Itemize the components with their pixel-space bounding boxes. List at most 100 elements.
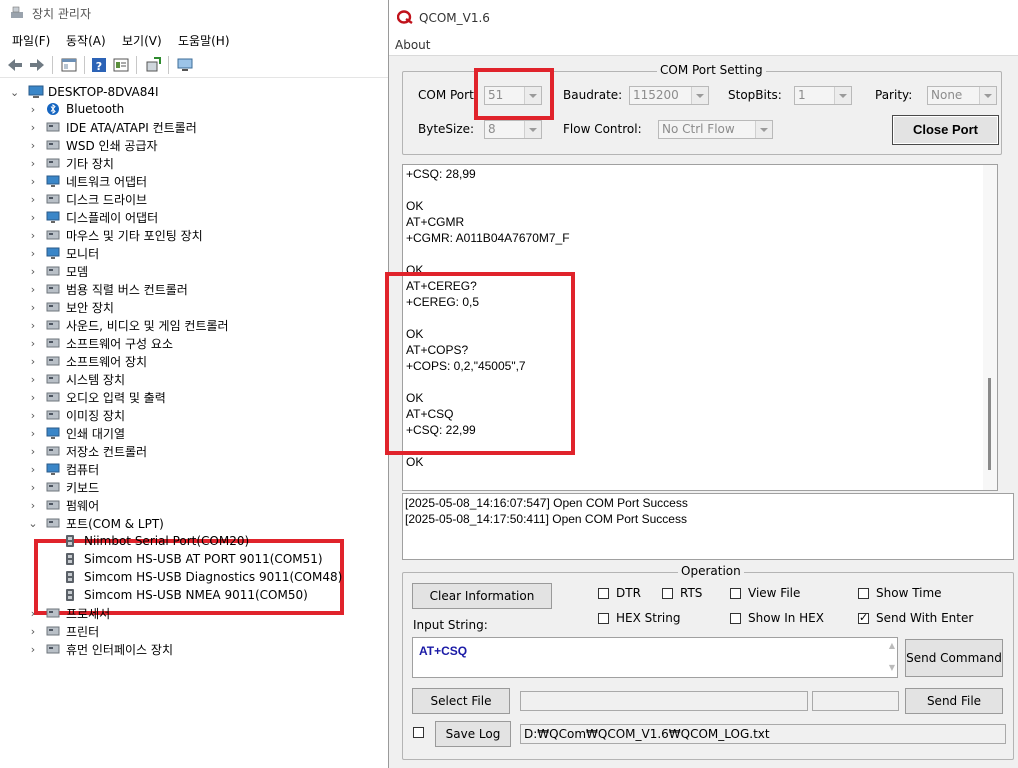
tree-port-item[interactable]: Niimbot Serial Port(COM20) (64, 532, 249, 550)
tree-category-item[interactable]: › 펌웨어 (28, 496, 99, 514)
chevron-right-icon[interactable]: › (28, 337, 38, 350)
menu-help[interactable]: 도움말(H) (178, 32, 230, 49)
chevron-right-icon[interactable]: › (28, 103, 38, 116)
tree-category-item[interactable]: › 키보드 (28, 478, 99, 496)
scroll-up-icon[interactable]: ▲ (889, 641, 895, 650)
tree-port-item[interactable]: Simcom HS-USB AT PORT 9011(COM51) (64, 550, 323, 568)
tree-category-item[interactable]: › WSD 인쇄 공급자 (28, 136, 158, 154)
show-hide-console-icon[interactable] (60, 56, 78, 74)
tree-category-item[interactable]: › 보안 장치 (28, 298, 114, 316)
back-arrow-icon[interactable] (6, 56, 24, 74)
forward-arrow-icon[interactable] (28, 56, 46, 74)
tree-category-item[interactable]: › 소프트웨어 장치 (28, 352, 147, 370)
tree-category-item[interactable]: › 시스템 장치 (28, 370, 125, 388)
chevron-right-icon[interactable]: › (28, 121, 38, 134)
chevron-right-icon[interactable]: › (28, 265, 38, 278)
clear-information-button[interactable]: Clear Information (412, 583, 552, 609)
tree-port-item[interactable]: Simcom HS-USB Diagnostics 9011(COM48) (64, 568, 342, 586)
tree-category-item[interactable]: › 디스플레이 어댑터 (28, 208, 158, 226)
chevron-right-icon[interactable]: › (28, 481, 38, 494)
tree-category-item[interactable]: › 디스크 드라이브 (28, 190, 147, 208)
chevron-right-icon[interactable]: › (28, 283, 38, 296)
tree-category-item[interactable]: › 소프트웨어 구성 요소 (28, 334, 173, 352)
tree-port-item[interactable]: Simcom HS-USB NMEA 9011(COM50) (64, 586, 308, 604)
scrollbar-thumb[interactable] (988, 378, 991, 470)
chevron-right-icon[interactable]: › (28, 463, 38, 476)
send-command-button[interactable]: Send Command (905, 639, 1003, 677)
send-with-enter-checkbox[interactable]: Send With Enter (858, 611, 973, 625)
status-log-panel[interactable]: [2025-05-08_14:16:07:547] Open COM Port … (402, 493, 1014, 560)
tree-category-item[interactable]: › 오디오 입력 및 출력 (28, 388, 166, 406)
chevron-right-icon[interactable]: › (28, 445, 38, 458)
file-path-field[interactable] (520, 691, 808, 711)
chevron-right-icon[interactable]: › (28, 157, 38, 170)
save-log-checkbox[interactable] (413, 727, 431, 738)
chevron-right-icon[interactable]: › (28, 625, 38, 638)
tree-category-item[interactable]: › IDE ATA/ATAPI 컨트롤러 (28, 118, 197, 136)
bytesize-select[interactable]: 8 (484, 120, 542, 139)
menu-about[interactable]: About (395, 38, 430, 52)
close-port-button[interactable]: Close Port (892, 115, 999, 145)
chevron-down-icon[interactable] (979, 87, 996, 104)
chevron-down-icon[interactable]: ⌄ (28, 517, 38, 530)
chevron-right-icon[interactable]: › (28, 373, 38, 386)
send-file-button[interactable]: Send File (905, 688, 1003, 714)
tree-category-item[interactable]: ⌄ 포트(COM & LPT) (28, 514, 163, 532)
tree-root-computer[interactable]: ⌄ DESKTOP-8DVA84I (10, 83, 159, 101)
hex-string-checkbox[interactable]: HEX String (598, 611, 680, 625)
stopbits-select[interactable]: 1 (794, 86, 852, 105)
chevron-right-icon[interactable]: › (28, 211, 38, 224)
tree-category-item[interactable]: › 저장소 컨트롤러 (28, 442, 147, 460)
tree-category-item[interactable]: › 프로세서 (28, 604, 110, 622)
tree-category-item[interactable]: › 사운드, 비디오 및 게임 컨트롤러 (28, 316, 229, 334)
rts-checkbox[interactable]: RTS (662, 586, 702, 600)
tree-category-item[interactable]: › 컴퓨터 (28, 460, 99, 478)
chevron-right-icon[interactable]: › (28, 427, 38, 440)
tree-category-item[interactable]: › 기타 장치 (28, 154, 114, 172)
receive-scrollbar[interactable] (983, 165, 997, 490)
tree-category-item[interactable]: › 휴먼 인터페이스 장치 (28, 640, 173, 658)
update-driver-icon[interactable] (144, 56, 162, 74)
tree-category-item[interactable]: › Bluetooth (28, 100, 124, 118)
chevron-right-icon[interactable]: › (28, 499, 38, 512)
chevron-down-icon[interactable] (691, 87, 708, 104)
chevron-down-icon[interactable] (524, 121, 541, 138)
baudrate-select[interactable]: 115200 (629, 86, 709, 105)
view-file-checkbox[interactable]: View File (730, 586, 800, 600)
save-log-button[interactable]: Save Log (435, 721, 511, 747)
tree-category-item[interactable]: › 마우스 및 기타 포인팅 장치 (28, 226, 203, 244)
tree-category-item[interactable]: › 프린터 (28, 622, 99, 640)
chevron-right-icon[interactable]: › (28, 319, 38, 332)
dtr-checkbox[interactable]: DTR (598, 586, 641, 600)
tree-category-item[interactable]: › 인쇄 대기열 (28, 424, 125, 442)
chevron-right-icon[interactable]: › (28, 229, 38, 242)
tree-category-item[interactable]: › 범용 직렬 버스 컨트롤러 (28, 280, 188, 298)
chevron-down-icon[interactable] (755, 121, 772, 138)
chevron-right-icon[interactable]: › (28, 247, 38, 260)
chevron-down-icon[interactable]: ⌄ (10, 86, 20, 99)
chevron-right-icon[interactable]: › (28, 139, 38, 152)
parity-select[interactable]: None (927, 86, 997, 105)
chevron-right-icon[interactable]: › (28, 355, 38, 368)
scroll-down-icon[interactable]: ▼ (889, 663, 895, 672)
menu-action[interactable]: 동작(A) (66, 32, 106, 49)
properties-icon[interactable] (112, 56, 130, 74)
tree-category-item[interactable]: › 네트워크 어댑터 (28, 172, 147, 190)
flow-control-select[interactable]: No Ctrl Flow (658, 120, 773, 139)
tree-category-item[interactable]: › 이미징 장치 (28, 406, 125, 424)
show-time-checkbox[interactable]: Show Time (858, 586, 942, 600)
chevron-right-icon[interactable]: › (28, 391, 38, 404)
help-icon[interactable]: ? (90, 56, 108, 74)
input-string-field[interactable]: AT+CSQ ▲ ▼ (412, 637, 898, 678)
chevron-right-icon[interactable]: › (28, 193, 38, 206)
menu-file[interactable]: 파일(F) (12, 32, 50, 49)
chevron-right-icon[interactable]: › (28, 409, 38, 422)
chevron-down-icon[interactable] (834, 87, 851, 104)
chevron-right-icon[interactable]: › (28, 643, 38, 656)
tree-category-item[interactable]: › 모니터 (28, 244, 99, 262)
chevron-right-icon[interactable]: › (28, 301, 38, 314)
menu-view[interactable]: 보기(V) (122, 32, 162, 49)
chevron-right-icon[interactable]: › (28, 607, 38, 620)
log-path-field[interactable]: D:₩QCom₩QCOM_V1.6₩QCOM_LOG.txt (520, 724, 1006, 744)
select-file-button[interactable]: Select File (412, 688, 510, 714)
